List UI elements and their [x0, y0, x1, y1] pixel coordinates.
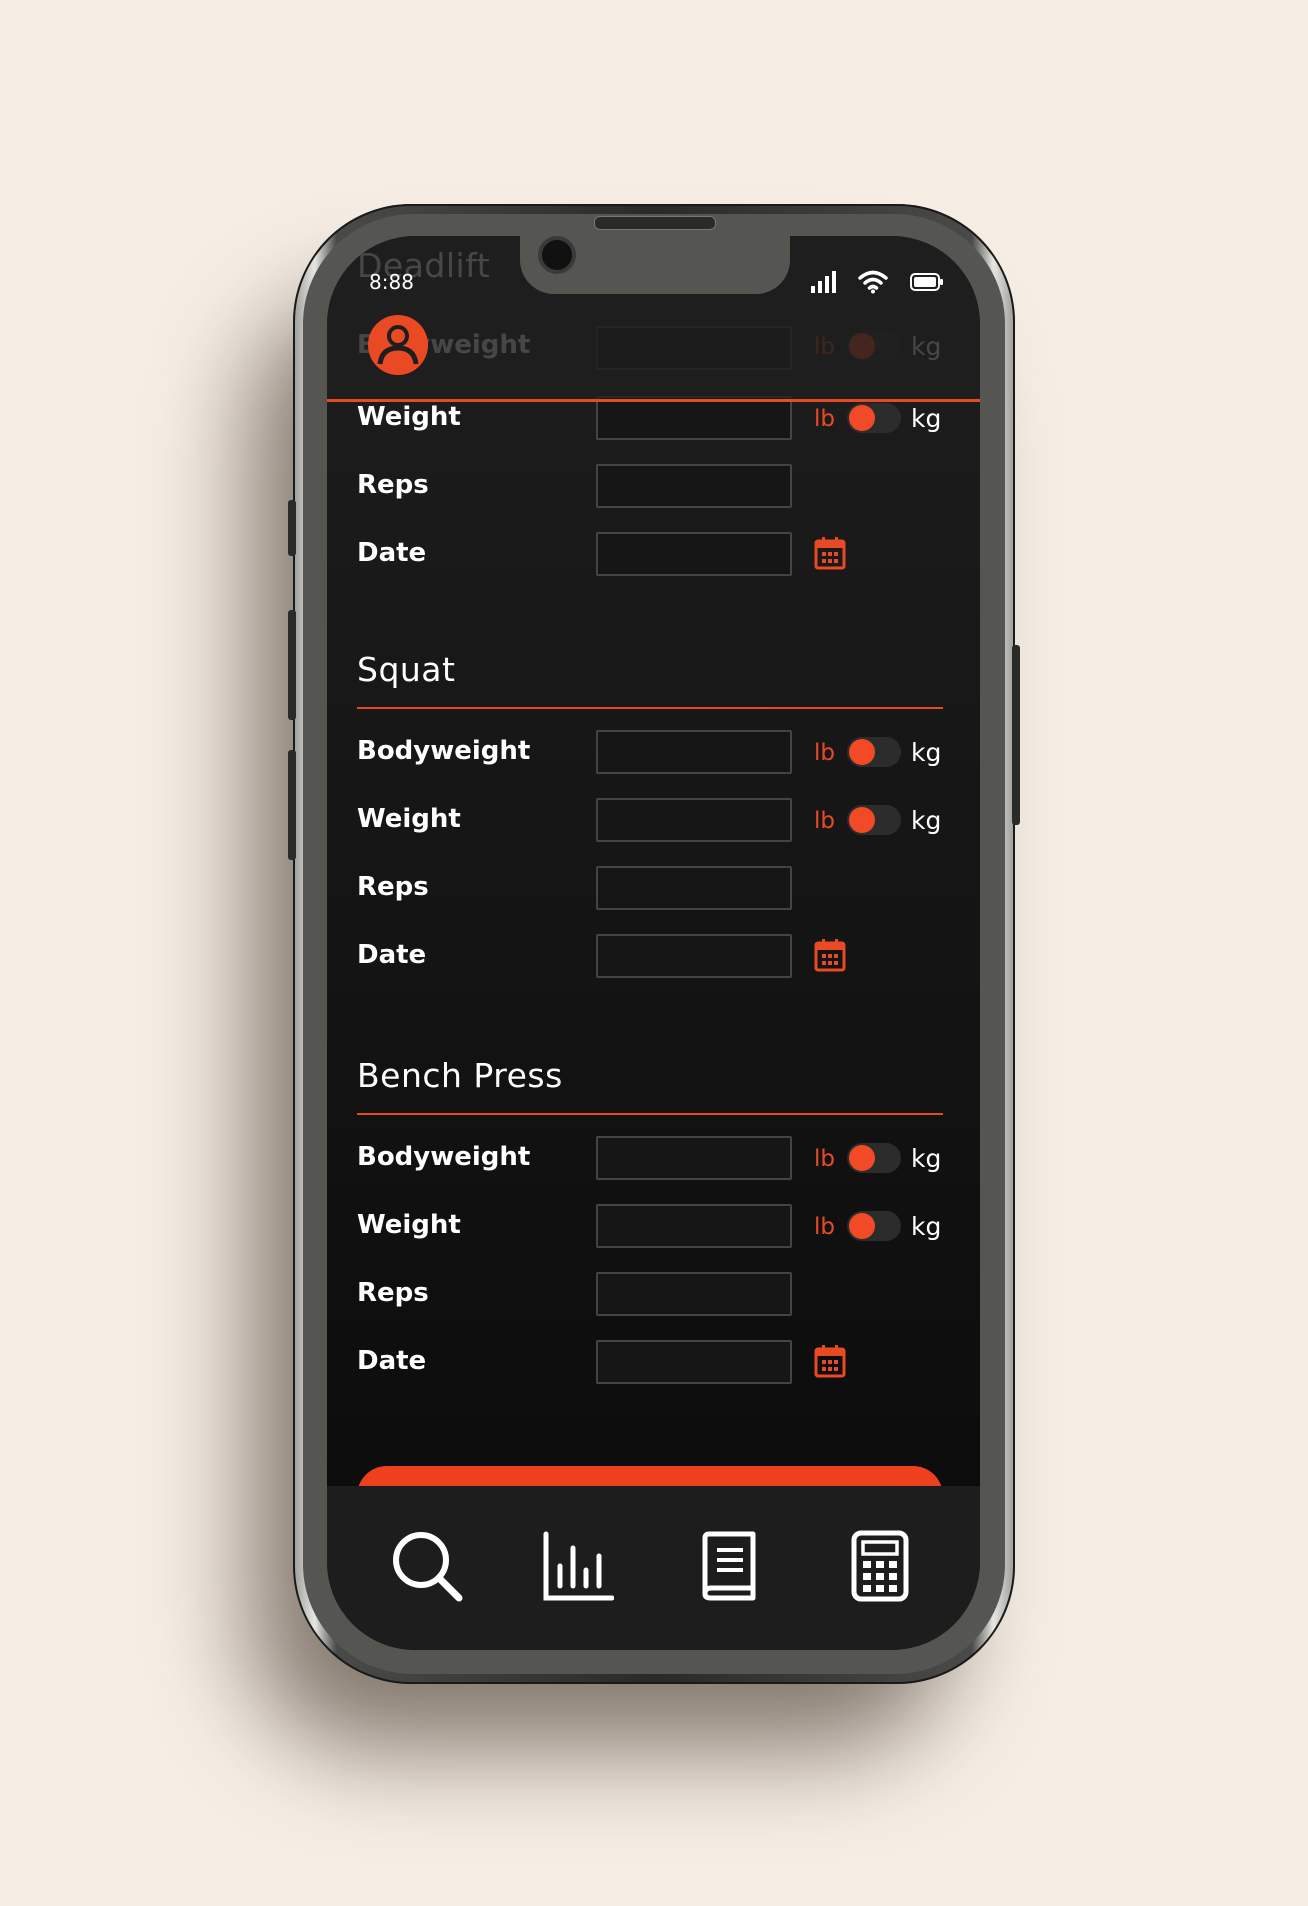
bench-reps-input[interactable] — [596, 1272, 792, 1316]
bench-weight-input[interactable] — [596, 1204, 792, 1248]
squat-weight-unit-toggle[interactable] — [847, 805, 901, 835]
front-camera — [542, 240, 572, 270]
tab-log[interactable] — [689, 1526, 769, 1606]
squat-date-input[interactable] — [596, 934, 792, 978]
bench-divider — [357, 1113, 943, 1115]
tab-search[interactable] — [387, 1526, 467, 1606]
bench-weight-unit-kg: kg — [911, 1212, 942, 1241]
bench-bodyweight-label: Bodyweight — [357, 1142, 531, 1172]
squat-reps-input[interactable] — [596, 866, 792, 910]
book-icon — [702, 1531, 756, 1601]
deadlift-date-label: Date — [357, 538, 427, 568]
status-time: 8:88 — [369, 270, 414, 294]
squat-date-label: Date — [357, 940, 427, 970]
squat-weight-input[interactable] — [596, 798, 792, 842]
bench-date-input[interactable] — [596, 1340, 792, 1384]
deadlift-reps-input[interactable] — [596, 464, 792, 508]
squat-bodyweight-label: Bodyweight — [357, 736, 531, 766]
bench-bodyweight-input[interactable] — [596, 1136, 792, 1180]
signal-icon — [811, 271, 836, 293]
bench-bodyweight-unit-lb: lb — [814, 1146, 835, 1172]
volume-down-button — [288, 750, 296, 860]
deadlift-date-input[interactable] — [596, 532, 792, 576]
bottom-tab-bar — [327, 1486, 980, 1650]
squat-bodyweight-unit-toggle[interactable] — [847, 737, 901, 767]
calendar-icon[interactable] — [814, 536, 846, 570]
faded-unit-kg: kg — [911, 332, 942, 361]
faded-unit-lb: lb — [814, 334, 835, 360]
squat-bodyweight-input[interactable] — [596, 730, 792, 774]
calendar-icon[interactable] — [814, 1344, 846, 1378]
bench-weight-label: Weight — [357, 1210, 461, 1240]
tab-calculator[interactable] — [840, 1526, 920, 1606]
app-screen: 8:88 Deadlift Bodyweight lb kg Weight lb… — [327, 236, 980, 1650]
squat-weight-unit-kg: kg — [911, 806, 942, 835]
squat-weight-unit-lb: lb — [814, 808, 835, 834]
bench-reps-label: Reps — [357, 1278, 429, 1308]
deadlift-weight-unit-lb: lb — [814, 406, 835, 432]
deadlift-reps-label: Reps — [357, 470, 429, 500]
bench-date-label: Date — [357, 1346, 427, 1376]
battery-icon — [910, 273, 943, 291]
deadlift-weight-label: Weight — [357, 402, 461, 432]
squat-bodyweight-unit-lb: lb — [814, 740, 835, 766]
deadlift-weight-unit-kg: kg — [911, 404, 942, 433]
calendar-icon[interactable] — [814, 938, 846, 972]
squat-reps-label: Reps — [357, 872, 429, 902]
calculator-icon — [851, 1530, 909, 1602]
silent-switch — [288, 500, 296, 556]
status-icons — [810, 270, 944, 294]
faded-input — [596, 326, 792, 370]
bench-bodyweight-unit-kg: kg — [911, 1144, 942, 1173]
power-button — [1012, 645, 1020, 825]
bench-weight-unit-lb: lb — [814, 1214, 835, 1240]
earpiece-speaker — [594, 216, 716, 230]
bench-bodyweight-unit-toggle[interactable] — [847, 1143, 901, 1173]
search-icon — [393, 1532, 463, 1602]
bar-chart-icon — [543, 1531, 614, 1601]
bench-section-title: Bench Press — [357, 1056, 563, 1095]
faded-toggle — [847, 331, 901, 361]
user-avatar-icon[interactable] — [367, 314, 429, 376]
wifi-icon — [858, 270, 888, 294]
deadlift-weight-unit-toggle[interactable] — [847, 403, 901, 433]
squat-divider — [357, 707, 943, 709]
deadlift-weight-input[interactable] — [596, 396, 792, 440]
squat-weight-label: Weight — [357, 804, 461, 834]
tab-stats[interactable] — [538, 1526, 618, 1606]
squat-bodyweight-unit-kg: kg — [911, 738, 942, 767]
volume-up-button — [288, 610, 296, 720]
squat-section-title: Squat — [357, 650, 456, 689]
bench-weight-unit-toggle[interactable] — [847, 1211, 901, 1241]
